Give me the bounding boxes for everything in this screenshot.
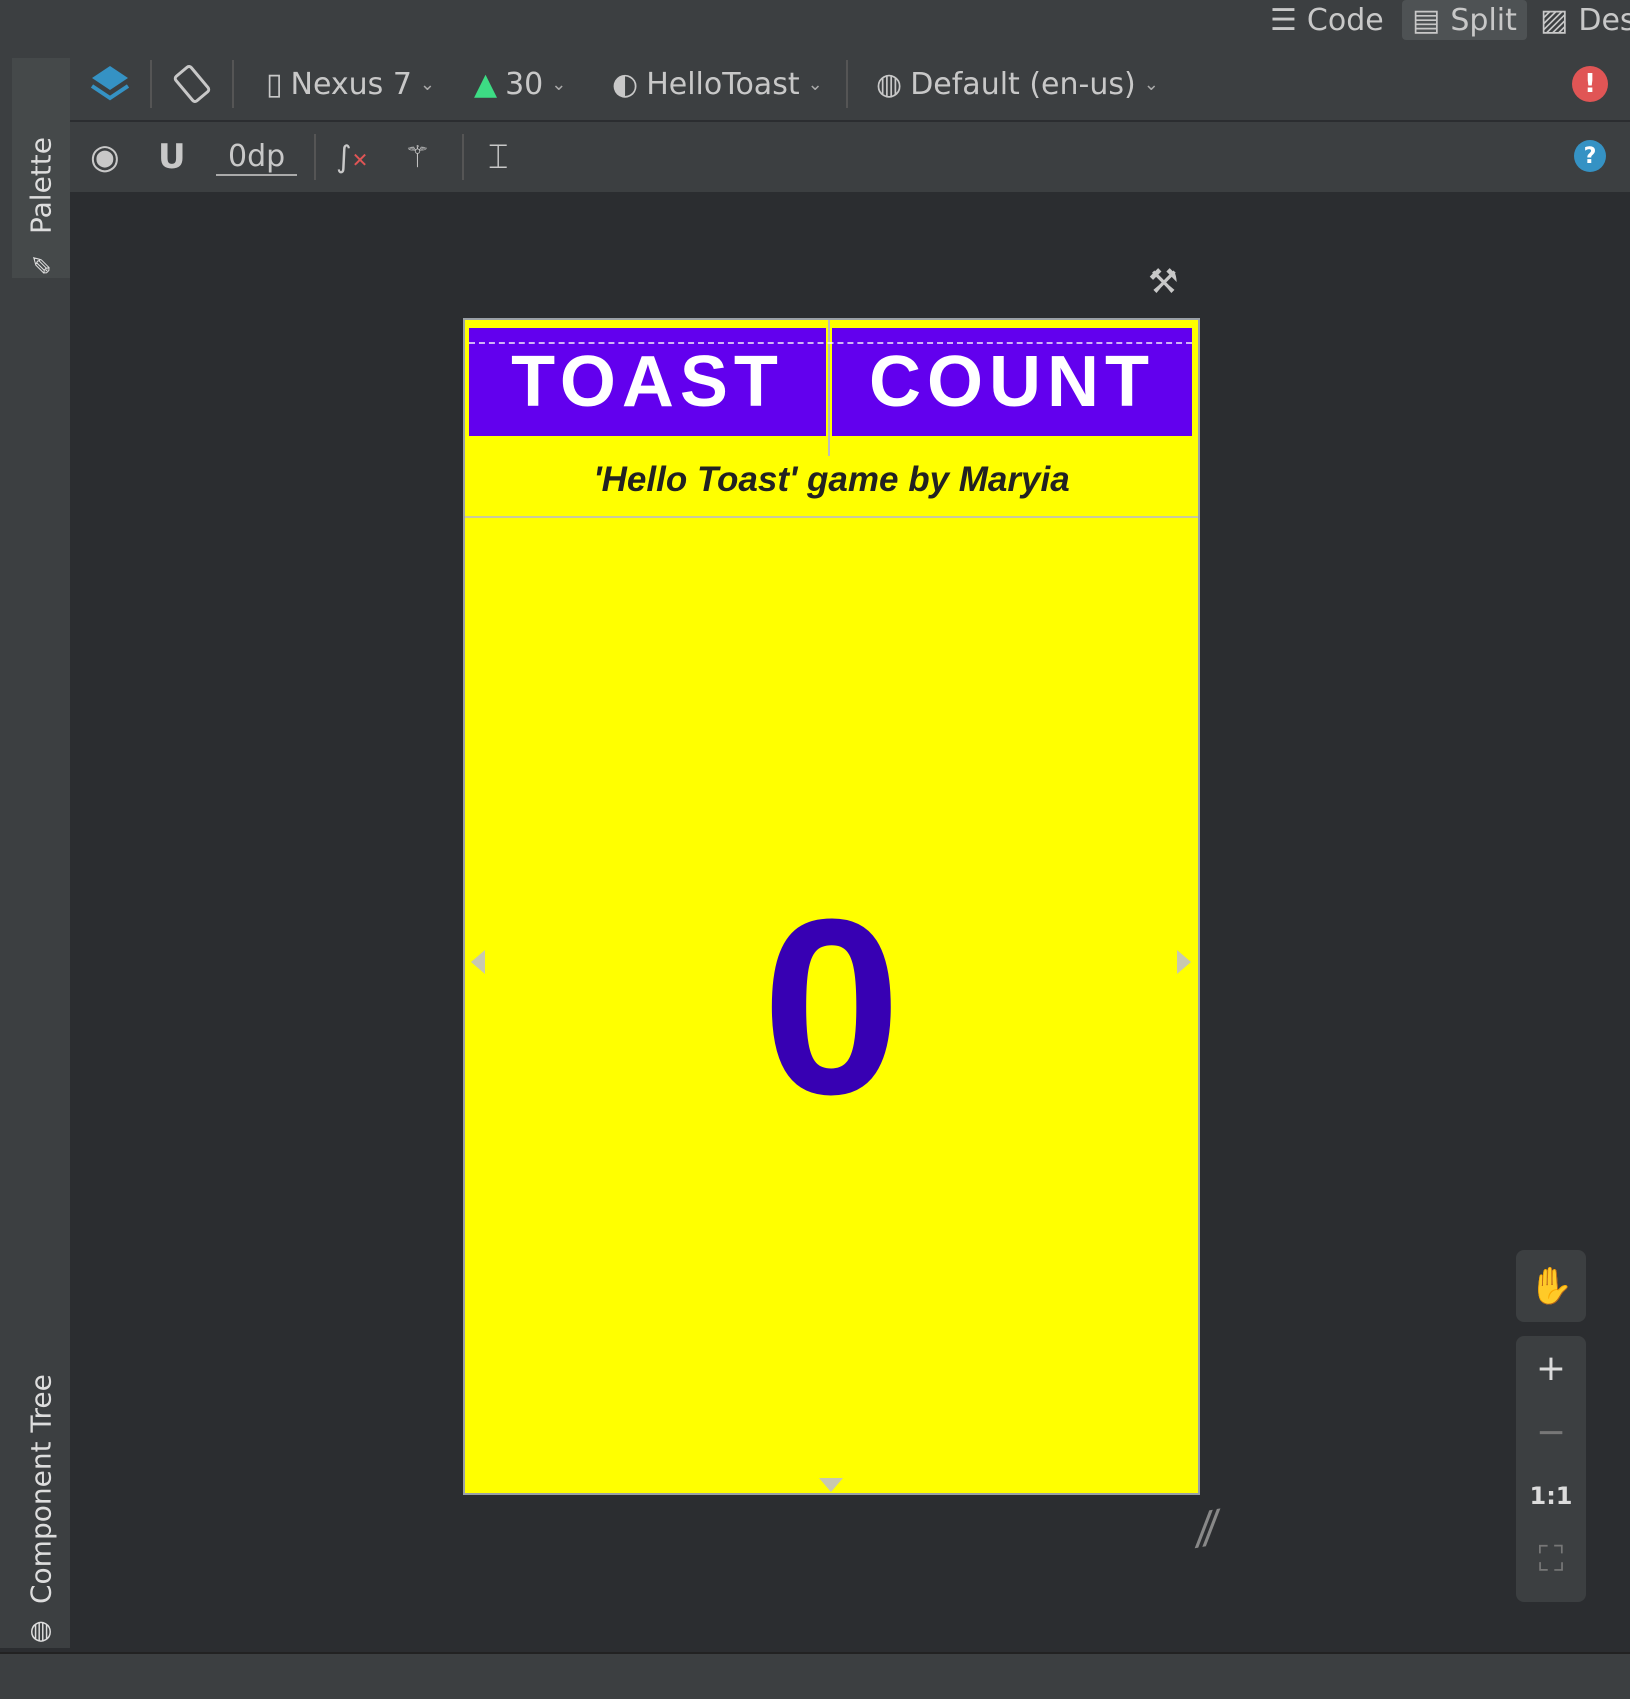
clear-constraints-icon: ∫✕ (336, 139, 369, 175)
zoom-to-fit-button[interactable]: ⛶ (1516, 1528, 1586, 1592)
view-options-button[interactable]: ◉ (90, 122, 120, 192)
toolbar-divider (846, 60, 848, 108)
zoom-in-button[interactable]: + (1516, 1336, 1586, 1400)
chevron-down-icon: ⌄ (551, 73, 567, 95)
constraint-divider (828, 320, 830, 456)
toolbar-divider (314, 134, 316, 180)
split-mode-button[interactable]: ▤ Split (1402, 0, 1527, 40)
fit-screen-icon: ⛶ (1538, 1539, 1564, 1580)
pan-tool-button[interactable]: ✋ (1516, 1250, 1586, 1322)
app-title[interactable]: 'Hello Toast' game by Maryia (465, 444, 1198, 518)
error-icon[interactable]: ! (1572, 66, 1608, 102)
plus-icon: + (1535, 1347, 1567, 1389)
palette-label: Palette (24, 137, 58, 234)
code-mode-label: Code (1306, 2, 1384, 38)
design-toolbar: ▯ Nexus 7 ⌄ ▲ 30 ⌄ ◐ HelloToast ⌄ ◍ Defa… (70, 48, 1630, 122)
image-icon: ▨ (1540, 2, 1569, 38)
actual-size-button[interactable]: 1:1 (1516, 1464, 1586, 1528)
device-preview[interactable]: TOAST COUNT 'Hello Toast' game by Maryia… (463, 318, 1200, 1495)
count-display[interactable]: 0 (465, 520, 1198, 1493)
api-level-label: 30 (505, 66, 544, 102)
orientation-button[interactable] (170, 48, 214, 120)
actual-size-label: 1:1 (1529, 1482, 1573, 1510)
margin-label: 0dp (216, 139, 298, 176)
design-mode-label: Des (1578, 2, 1630, 38)
component-tree-tab[interactable]: ◍ Component Tree (12, 1348, 70, 1648)
clear-constraints-button[interactable]: ∫✕ (336, 122, 368, 192)
default-margin-field[interactable]: 0dp (216, 122, 298, 192)
zoom-out-button[interactable]: − (1516, 1400, 1586, 1464)
phone-icon: ▯ (266, 66, 283, 102)
constraint-guide (469, 342, 1192, 344)
chevron-down-icon: ⌄ (1143, 73, 1159, 95)
minus-icon: − (1535, 1411, 1567, 1453)
guideline-icon: ⌶ (488, 137, 509, 177)
count-button-label: COUNT (869, 342, 1155, 422)
status-bar (0, 1652, 1630, 1699)
device-selector[interactable]: ▯ Nexus 7 ⌄ (266, 48, 435, 120)
palette-tab[interactable]: ✎ Palette (12, 58, 70, 278)
eye-icon: ◉ (90, 137, 120, 177)
zoom-panel: + − 1:1 ⛶ (1516, 1336, 1586, 1602)
side-tool-strip: ✎ Palette ◍ Component Tree (0, 48, 70, 1648)
guidelines-button[interactable]: ⌶ (488, 122, 508, 192)
constraint-anchor[interactable] (471, 950, 485, 974)
constraint-anchor[interactable] (819, 1478, 843, 1492)
split-icon: ▤ (1412, 2, 1441, 38)
hand-icon: ✋ (1528, 1266, 1574, 1307)
design-surface-button[interactable] (88, 48, 132, 120)
palette-icon: ✎ (26, 248, 56, 278)
toolbar-divider (462, 134, 464, 180)
wrench-icon[interactable]: ⚒ (1148, 262, 1178, 302)
count-button[interactable]: COUNT (832, 328, 1192, 436)
locale-selector[interactable]: ◍ Default (en-us) ⌄ (876, 48, 1159, 120)
app-title-text: 'Hello Toast' game by Maryia (593, 460, 1070, 499)
device-label: Nexus 7 (290, 66, 412, 102)
rotate-icon (173, 65, 211, 103)
chevron-down-icon: ⌄ (807, 73, 823, 95)
locale-label: Default (en-us) (910, 66, 1136, 102)
globe-icon: ◍ (26, 1618, 56, 1648)
help-icon[interactable]: ? (1574, 140, 1606, 172)
view-mode-bar: ☰ Code ▤ Split ▨ Des (0, 0, 1630, 48)
theme-label: HelloToast (646, 66, 800, 102)
component-tree-label: Component Tree (24, 1374, 58, 1604)
resize-handle-icon[interactable]: ⁄⁄ (1195, 1501, 1220, 1557)
toolbar-divider (232, 60, 234, 108)
api-level-selector[interactable]: ▲ 30 ⌄ (474, 48, 566, 120)
toast-button-label: TOAST (511, 342, 784, 422)
autoconnect-button[interactable]: U (158, 122, 186, 192)
pan-panel: ✋ (1516, 1250, 1586, 1322)
count-value: 0 (761, 867, 902, 1146)
code-mode-button[interactable]: ☰ Code (1260, 0, 1394, 40)
toast-button[interactable]: TOAST (469, 328, 826, 436)
toolbar-divider (150, 60, 152, 108)
layers-icon (90, 66, 130, 101)
magic-wand-icon: ⚚ (404, 139, 431, 175)
theme-icon: ◐ (612, 66, 639, 102)
magnet-icon: U (158, 137, 186, 177)
layout-toolbar: ◉ U 0dp ∫✕ ⚚ ⌶ ? (70, 122, 1630, 192)
theme-selector[interactable]: ◐ HelloToast ⌄ (612, 48, 823, 120)
code-lines-icon: ☰ (1270, 2, 1297, 38)
infer-constraints-button[interactable]: ⚚ (404, 122, 431, 192)
constraint-anchor[interactable] (1177, 950, 1191, 974)
design-mode-button[interactable]: ▨ Des (1530, 0, 1630, 40)
chevron-down-icon: ⌄ (419, 73, 436, 95)
split-mode-label: Split (1450, 2, 1517, 38)
android-icon: ▲ (474, 66, 498, 102)
globe-icon: ◍ (876, 66, 903, 102)
